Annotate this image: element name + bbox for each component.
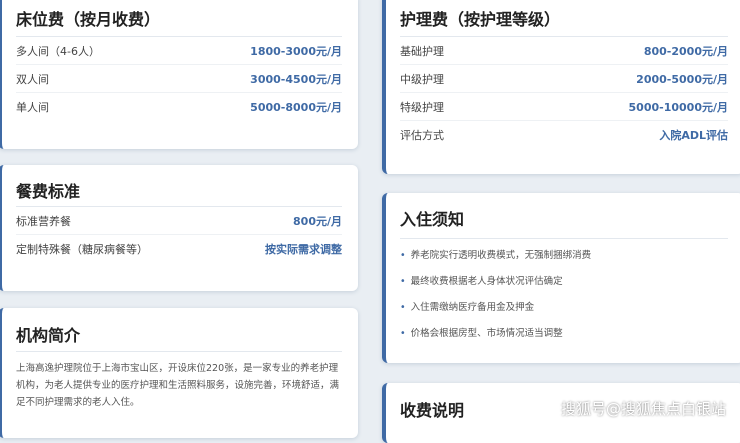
row-label: 特级护理 — [400, 100, 444, 114]
meal-card: 餐费标准 标准营养餐 800元/月 定制特殊餐（糖尿病餐等） 按实际需求调整 — [0, 165, 358, 291]
row-value: 800元/月 — [293, 214, 342, 228]
row-label: 中级护理 — [400, 72, 444, 86]
table-row: 评估方式 入院ADL评估 — [400, 121, 728, 149]
table-row: 定制特殊餐（糖尿病餐等） 按实际需求调整 — [16, 235, 342, 263]
bed-fee-rows: 多人间（4-6人） 1800-3000元/月 双人间 3000-4500元/月 … — [16, 37, 342, 121]
row-label: 定制特殊餐（糖尿病餐等） — [16, 243, 148, 256]
list-item: • 价格会根据房型、市场情况适当调整 — [400, 321, 728, 347]
table-row: 特级护理 5000-10000元/月 — [400, 93, 728, 121]
table-row: 单人间 5000-8000元/月 — [16, 93, 342, 121]
notice-text: 入住需缴纳医疗备用金及押金 — [410, 302, 535, 313]
care-fee-rows: 基础护理 800-2000元/月 中级护理 2000-5000元/月 特级护理 … — [400, 37, 728, 149]
meal-title: 餐费标准 — [16, 165, 342, 207]
row-label: 单人间 — [16, 101, 49, 114]
row-value: 2000-5000元/月 — [636, 72, 728, 86]
list-item: • 入住需缴纳医疗备用金及押金 — [400, 295, 728, 321]
list-item: • 养老院实行透明收费模式，无强制捆绑消费 — [400, 243, 728, 269]
bed-fee-card: 床位费（按月收费） 多人间（4-6人） 1800-3000元/月 双人间 300… — [0, 0, 358, 149]
bed-fee-title: 床位费（按月收费） — [16, 0, 342, 37]
row-label: 双人间 — [16, 72, 49, 86]
care-fee-card: 护理费（按护理等级） 基础护理 800-2000元/月 中级护理 2000-50… — [382, 0, 740, 174]
list-item: • 最终收费根据老人身体状况评估确定 — [400, 269, 728, 295]
table-row: 标准营养餐 800元/月 — [16, 207, 342, 235]
row-value: 入院ADL评估 — [659, 129, 728, 142]
row-value: 按实际需求调整 — [265, 243, 342, 256]
intro-card: 机构简介 上海高逸护理院位于上海市宝山区，开设床位220张，是一家专业的养老护理… — [0, 308, 358, 438]
notice-text: 最终收费根据老人身体状况评估确定 — [410, 276, 563, 287]
notice-card: 入住须知 • 养老院实行透明收费模式，无强制捆绑消费 • 最终收费根据老人身体状况评… — [382, 193, 740, 363]
bullet-icon: • — [400, 250, 406, 261]
meal-rows: 标准营养餐 800元/月 定制特殊餐（糖尿病餐等） 按实际需求调整 — [16, 207, 342, 263]
row-value: 3000-4500元/月 — [250, 72, 342, 86]
row-label: 评估方式 — [400, 129, 444, 142]
row-label: 基础护理 — [400, 44, 444, 58]
bullet-icon: • — [400, 276, 406, 287]
table-row: 多人间（4-6人） 1800-3000元/月 — [16, 37, 342, 65]
intro-text: 上海高逸护理院位于上海市宝山区，开设床位220张，是一家专业的养老护理机构，为老… — [16, 363, 340, 408]
notice-text: 养老院实行透明收费模式，无强制捆绑消费 — [410, 250, 592, 261]
notice-text: 价格会根据房型、市场情况适当调整 — [410, 328, 563, 339]
table-row: 中级护理 2000-5000元/月 — [400, 65, 728, 93]
bullet-icon: • — [400, 302, 406, 313]
row-value: 800-2000元/月 — [643, 44, 728, 58]
intro-title: 机构简介 — [16, 308, 342, 352]
row-value: 1800-3000元/月 — [250, 44, 342, 58]
care-fee-title: 护理费（按护理等级） — [400, 0, 728, 37]
row-value: 5000-8000元/月 — [250, 101, 342, 114]
watermark: 搜狐号@搜狐焦点白银站 — [560, 400, 726, 418]
row-label: 标准营养餐 — [16, 214, 71, 228]
notice-title: 入住须知 — [400, 193, 728, 239]
row-label: 多人间（4-6人） — [16, 44, 100, 58]
notice-list: • 养老院实行透明收费模式，无强制捆绑消费 • 最终收费根据老人身体状况评估确定 •… — [400, 239, 728, 347]
table-row: 双人间 3000-4500元/月 — [16, 65, 342, 93]
bullet-icon: • — [400, 328, 406, 339]
row-value: 5000-10000元/月 — [628, 100, 728, 114]
table-row: 基础护理 800-2000元/月 — [400, 37, 728, 65]
